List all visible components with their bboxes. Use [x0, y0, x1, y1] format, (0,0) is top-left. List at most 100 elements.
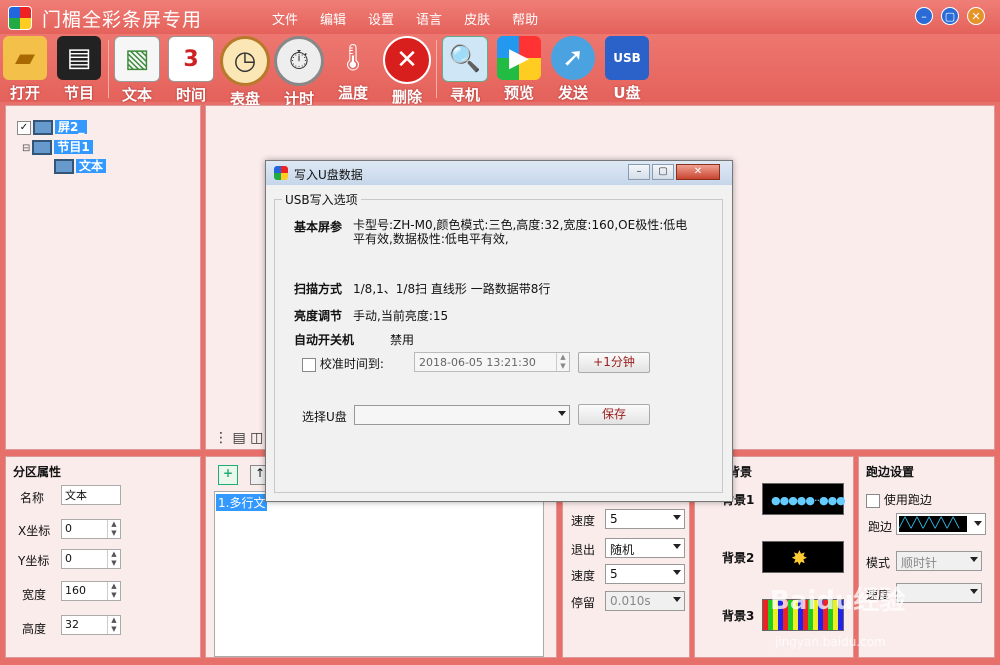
- checkbox-icon: [302, 357, 316, 372]
- add-icon[interactable]: +: [218, 465, 238, 485]
- height-stepper[interactable]: 32 ▲ ▼: [61, 615, 121, 635]
- background-1-thumb[interactable]: ●●●●●··●●●: [762, 483, 846, 515]
- monitor-icon: [33, 120, 53, 135]
- watermark-url: jingyan.baidu.com: [775, 635, 886, 649]
- app-title: 门楣全彩条屏专用: [42, 9, 203, 31]
- collapse-icon[interactable]: ⊟: [22, 143, 30, 154]
- save-button[interactable]: 保存: [578, 404, 650, 425]
- chevron-down-icon: [558, 411, 566, 416]
- calibrate-checkbox[interactable]: 校准时间到:: [302, 355, 384, 372]
- menu-settings[interactable]: 设置: [368, 9, 394, 28]
- width-stepper[interactable]: 160 ▲ ▼: [61, 581, 121, 601]
- calibrate-time-input[interactable]: 2018-06-05 13:21:30 ▲ ▼: [414, 352, 570, 372]
- stepper-arrows-icon[interactable]: ▲ ▼: [107, 582, 120, 600]
- program-button[interactable]: ▤ 节目: [52, 34, 106, 102]
- dial-button[interactable]: ◷ 表盘: [218, 34, 272, 108]
- delete-button[interactable]: ✕ 删除: [380, 34, 434, 106]
- border-speed-select[interactable]: [896, 583, 982, 603]
- restore-icon[interactable]: ▢: [941, 7, 959, 25]
- mode-select[interactable]: 顺时针: [896, 551, 982, 571]
- stay-label: 停留: [571, 596, 596, 610]
- firework-icon: ✸: [791, 546, 808, 570]
- send-button[interactable]: ➚ 发送: [546, 34, 600, 102]
- border-label: 跑边: [868, 520, 893, 534]
- stepper-arrows-icon[interactable]: ▲ ▼: [107, 550, 120, 568]
- border-title: 跑边设置: [866, 465, 915, 479]
- scan-mode-value: 1/8,1、1/8扫 直线形 一路数据带8行: [353, 282, 551, 296]
- monitor-icon: [32, 140, 53, 155]
- timer-button[interactable]: ⏱ 计时: [272, 34, 326, 108]
- speed-out-select[interactable]: 5: [605, 564, 685, 584]
- time-button[interactable]: 3 时间: [164, 34, 218, 104]
- dialog-maximize-icon[interactable]: ▢: [652, 164, 674, 180]
- menu-file[interactable]: 文件: [272, 9, 298, 28]
- menu-help[interactable]: 帮助: [512, 9, 538, 28]
- dialog-close-icon[interactable]: ✕: [676, 164, 720, 180]
- stay-select[interactable]: 0.010s: [605, 591, 685, 611]
- toolbar-separator: [108, 40, 109, 98]
- chevron-down-icon: [673, 544, 681, 549]
- menu-language[interactable]: 语言: [416, 9, 442, 28]
- y-label: Y坐标: [18, 554, 50, 568]
- speed-out-label: 速度: [571, 569, 596, 583]
- auto-power-value: 禁用: [390, 333, 415, 347]
- search-monitor-icon: 🔍: [442, 36, 488, 82]
- dots-pattern-icon: ●●●●●··●●●: [771, 494, 846, 507]
- chevron-down-icon: [970, 557, 978, 562]
- list-item[interactable]: 1.多行文: [216, 494, 268, 511]
- preview-button[interactable]: ▶ 预览: [492, 34, 546, 102]
- text-button[interactable]: ▧ 文本: [110, 34, 164, 104]
- plus-one-minute-button[interactable]: +1分钟: [578, 352, 650, 373]
- chevron-down-icon: [970, 589, 978, 594]
- background-2-thumb[interactable]: ✸: [762, 541, 844, 573]
- name-input[interactable]: 文本: [61, 485, 121, 505]
- tree-program-node[interactable]: ⊟ 节目1: [22, 138, 93, 155]
- name-label: 名称: [20, 491, 45, 505]
- app-logo-icon: [8, 6, 32, 30]
- thermometer-icon: 🌡: [336, 43, 370, 73]
- basic-params-label: 基本屏参: [294, 220, 343, 234]
- brightness-label: 亮度调节: [294, 309, 343, 323]
- stepper-arrows-icon[interactable]: ▲ ▼: [107, 520, 120, 538]
- usb-button[interactable]: USB U盘: [600, 34, 654, 102]
- background-2-label: 背景2: [722, 551, 755, 565]
- background-3-label: 背景3: [722, 609, 755, 623]
- stepper-arrows-icon[interactable]: ▲ ▼: [107, 616, 120, 634]
- temperature-button[interactable]: 🌡 温度: [326, 34, 380, 102]
- play-icon: ▶: [497, 36, 541, 80]
- dialog-minimize-icon[interactable]: –: [628, 164, 650, 180]
- toolbar-separator: [436, 40, 437, 98]
- screen-checkbox[interactable]: ✓: [17, 120, 31, 135]
- calendar-icon: 3: [168, 36, 214, 82]
- layout-icons[interactable]: ⋮ ▤ ◫: [214, 430, 263, 446]
- menu-skin[interactable]: 皮肤: [464, 9, 490, 28]
- open-button[interactable]: ▰ 打开: [0, 34, 52, 102]
- width-label: 宽度: [22, 588, 47, 602]
- chevron-down-icon: [673, 515, 681, 520]
- usb-icon: USB: [605, 36, 649, 80]
- wave-pattern-icon: ╱╲╱╲╱╲╱╲╱╲: [899, 516, 967, 532]
- border-style-select[interactable]: ╱╲╱╲╱╲╱╲╱╲: [896, 513, 986, 535]
- y-stepper[interactable]: 0 ▲ ▼: [61, 549, 121, 569]
- document-icon: ▧: [114, 36, 160, 82]
- menu-edit[interactable]: 编辑: [320, 9, 346, 28]
- minimize-icon[interactable]: –: [915, 7, 933, 25]
- usb-drive-select[interactable]: [354, 405, 570, 425]
- x-label: X坐标: [18, 524, 51, 538]
- use-border-checkbox[interactable]: 使用跑边: [866, 491, 932, 508]
- folder-icon: ▰: [3, 36, 47, 80]
- tree-screen-node[interactable]: ✓ 屏2_: [17, 118, 88, 135]
- height-label: 高度: [22, 622, 47, 636]
- dialog-title: 写入U盘数据: [294, 168, 363, 182]
- close-icon[interactable]: ✕: [967, 7, 985, 25]
- exit-select[interactable]: 随机: [605, 538, 685, 558]
- delete-icon: ✕: [383, 36, 431, 84]
- dialog-app-icon: [274, 166, 288, 180]
- speed-in-select[interactable]: 5: [605, 509, 685, 529]
- find-device-button[interactable]: 🔍 寻机: [438, 34, 492, 104]
- tree-text-node[interactable]: 文本: [52, 157, 107, 174]
- x-stepper[interactable]: 0 ▲ ▼: [61, 519, 121, 539]
- chevron-down-icon: [974, 521, 982, 526]
- stepper-arrows-icon[interactable]: ▲ ▼: [556, 353, 569, 371]
- stopwatch-icon: ⏱: [274, 36, 324, 86]
